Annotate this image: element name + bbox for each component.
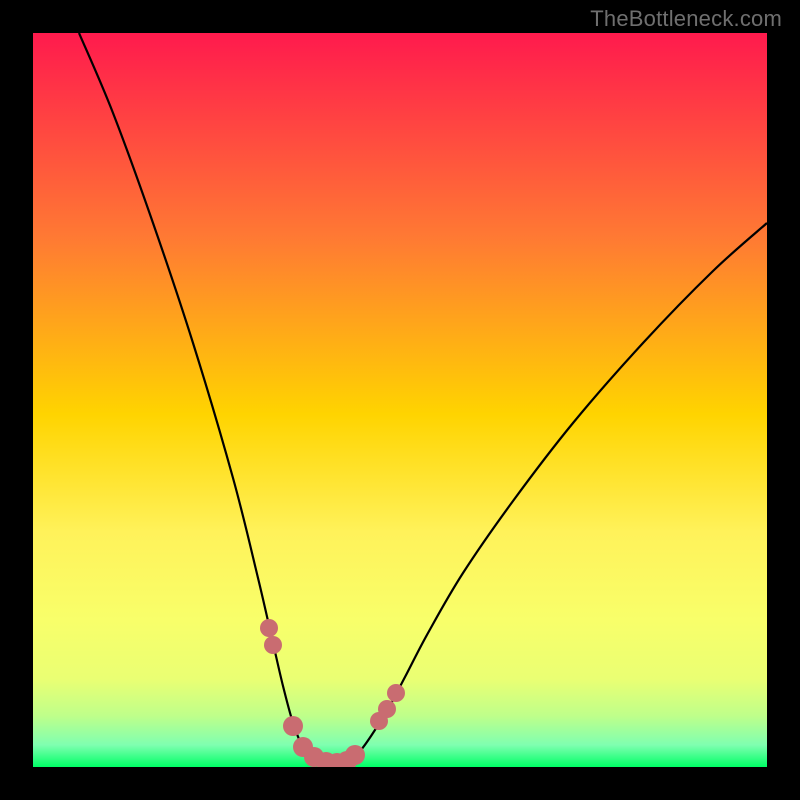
data-marker [260, 619, 278, 637]
watermark-text: TheBottleneck.com [590, 6, 782, 32]
bottleneck-curve [33, 33, 767, 767]
data-marker [345, 745, 365, 765]
plot-area [33, 33, 767, 767]
data-marker [387, 684, 405, 702]
data-marker [264, 636, 282, 654]
data-marker [378, 700, 396, 718]
data-marker [283, 716, 303, 736]
chart-frame: TheBottleneck.com [0, 0, 800, 800]
